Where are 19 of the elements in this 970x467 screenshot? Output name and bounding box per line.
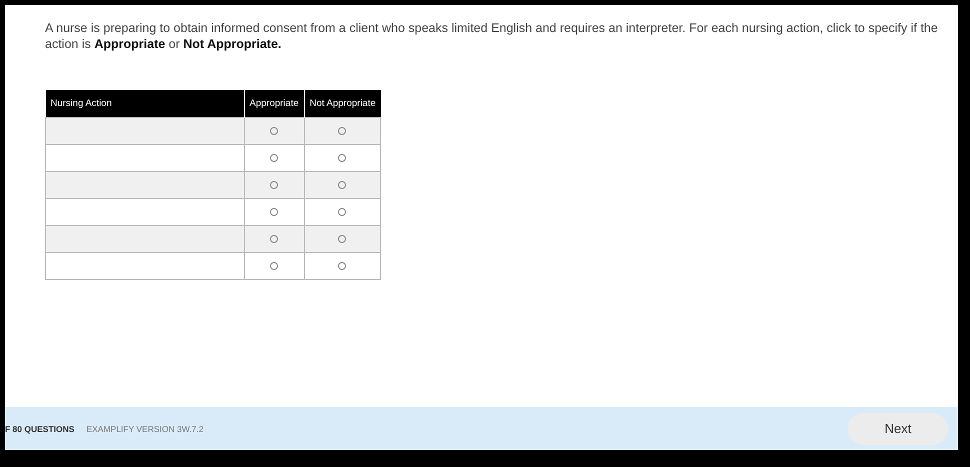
radio-button[interactable] — [270, 262, 278, 270]
radio-button[interactable] — [270, 208, 278, 216]
next-button[interactable]: Next — [848, 412, 948, 444]
version-label: EXAMPLIFY VERSION 3W.7.2 — [86, 424, 204, 434]
radio-button[interactable] — [338, 126, 346, 135]
radio-button[interactable] — [270, 154, 278, 162]
radio-button[interactable] — [270, 234, 278, 243]
radio-button[interactable] — [338, 154, 346, 162]
column-header: Not Appropriate — [304, 90, 381, 118]
column-header: Appropriate — [244, 90, 304, 118]
radio-button[interactable] — [338, 180, 346, 189]
question-count: F 80 QUESTIONS — [5, 424, 74, 434]
radio-button[interactable] — [338, 208, 346, 216]
question-text: A nurse is preparing to obtain informed consent from a client who speaks limited English and requires an interpreter. For each nursing action, click to specify if the action is Appropriate or Not Appropriate. — [45, 20, 938, 52]
radio-button[interactable] — [270, 126, 278, 135]
column-header: Nursing Action — [46, 90, 244, 118]
radio-button[interactable] — [338, 262, 346, 270]
radio-button[interactable] — [270, 180, 278, 189]
radio-button[interactable] — [338, 234, 346, 243]
